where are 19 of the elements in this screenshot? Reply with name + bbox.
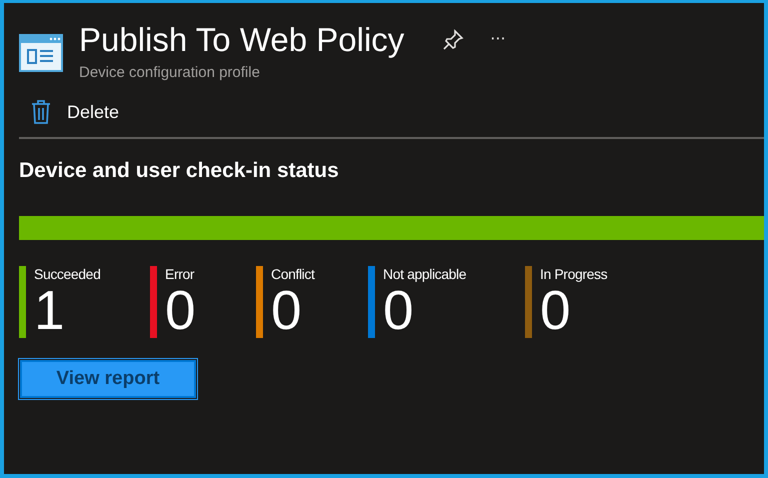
section-heading: Device and user check-in status	[19, 159, 340, 183]
status-count: 0	[540, 282, 571, 338]
status-label: Error	[165, 266, 196, 282]
more-button[interactable]: ···	[490, 28, 506, 48]
status-count: 0	[271, 282, 302, 338]
profile-icon	[19, 34, 63, 72]
status-count: 0	[165, 282, 196, 338]
pin-icon[interactable]	[442, 29, 464, 51]
status-label: In Progress	[540, 266, 608, 282]
view-report-button[interactable]: View report	[20, 360, 196, 398]
delete-button[interactable]: Delete	[19, 99, 120, 125]
status-label: Conflict	[271, 266, 314, 282]
page-subtitle: Device configuration profile	[79, 64, 261, 81]
status-label: Succeeded	[34, 266, 100, 282]
page-title: Publish To Web Policy	[79, 20, 404, 60]
status-label: Not applicable	[383, 266, 466, 282]
trash-icon	[31, 99, 51, 125]
status-count: 0	[383, 282, 414, 338]
status-count: 1	[34, 282, 65, 338]
